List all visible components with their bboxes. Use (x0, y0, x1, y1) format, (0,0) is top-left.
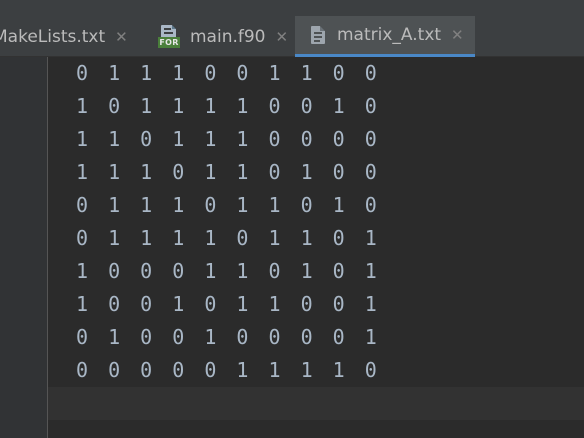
for-badge: FOR (158, 36, 180, 48)
close-icon[interactable]: ✕ (276, 28, 289, 46)
text-line: 1 0 0 1 0 1 1 0 0 1 (76, 292, 381, 316)
tab-matrix-a-txt[interactable]: matrix_A.txt ✕ (295, 16, 475, 57)
close-icon[interactable]: ✕ (451, 26, 464, 44)
editor-tab-bar: MakeLists.txt ✕ FOR main.f90 ✕ matrix_A.… (0, 0, 584, 57)
text-line: 0 1 0 0 1 0 0 0 0 1 (76, 325, 381, 349)
text-line: 0 0 0 0 0 1 1 1 1 0 (76, 358, 381, 382)
text-line: 0 1 1 1 0 1 1 0 1 0 (76, 193, 381, 217)
close-icon[interactable]: ✕ (115, 28, 128, 46)
tab-main-f90[interactable]: FOR main.f90 ✕ (146, 16, 295, 57)
tab-label: MakeLists.txt (0, 26, 106, 47)
tab-label: main.f90 (190, 26, 266, 47)
text-line: 1 1 0 1 1 1 0 0 0 0 (76, 127, 381, 151)
line-gutter (0, 57, 48, 438)
text-line: 1 1 1 0 1 1 0 1 0 0 (76, 160, 381, 184)
text-line: 1 0 0 0 1 1 0 1 0 1 (76, 259, 381, 283)
text-line: 0 1 1 1 1 0 1 1 0 1 (76, 226, 381, 250)
fortran-file-icon: FOR (158, 24, 180, 49)
text-line: 0 1 1 1 0 0 1 1 0 0 (76, 61, 381, 85)
text-line: 1 0 1 1 1 1 0 0 1 0 (76, 94, 381, 118)
editor-area[interactable]: 0 1 1 1 0 0 1 1 0 0 1 0 1 1 1 1 0 0 1 0 … (48, 57, 584, 438)
tab-cmakelists[interactable]: MakeLists.txt ✕ (0, 16, 139, 57)
caret-line-highlight (48, 387, 584, 420)
text-file-icon (311, 26, 325, 44)
tab-label: matrix_A.txt (337, 25, 442, 45)
